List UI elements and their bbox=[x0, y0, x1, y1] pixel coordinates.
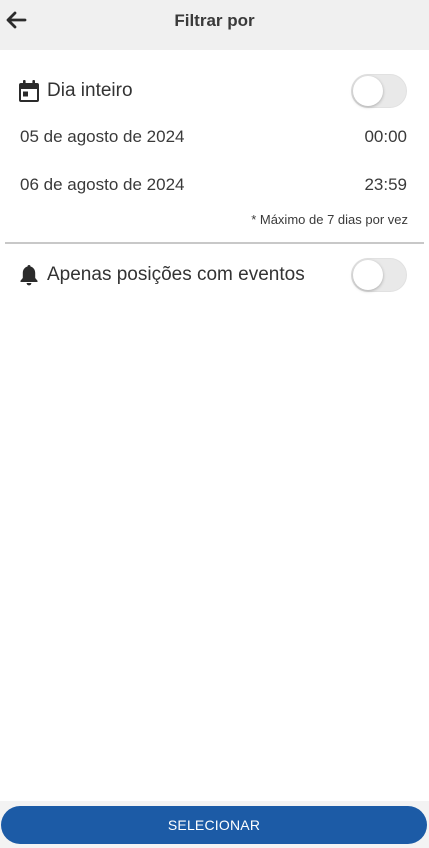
max-days-note: * Máximo de 7 dias por vez bbox=[251, 212, 408, 227]
header-bar: Filtrar por bbox=[0, 0, 429, 50]
select-button[interactable]: SELECIONAR bbox=[1, 806, 427, 844]
events-only-label: Apenas posições com eventos bbox=[47, 264, 305, 285]
events-only-toggle[interactable] bbox=[351, 258, 407, 292]
end-date[interactable]: 06 de agosto de 2024 bbox=[20, 175, 184, 195]
bell-icon bbox=[19, 264, 39, 286]
divider bbox=[5, 242, 424, 244]
filter-screen: Filtrar por Dia inteiro 05 de agosto de … bbox=[0, 0, 429, 848]
start-time[interactable]: 00:00 bbox=[364, 127, 407, 147]
all-day-label: Dia inteiro bbox=[47, 80, 133, 101]
calendar-icon bbox=[19, 80, 39, 102]
toggle-knob bbox=[353, 260, 383, 290]
end-time[interactable]: 23:59 bbox=[364, 175, 407, 195]
toggle-knob bbox=[353, 76, 383, 106]
start-date[interactable]: 05 de agosto de 2024 bbox=[20, 127, 184, 147]
all-day-toggle[interactable] bbox=[351, 74, 407, 108]
page-title: Filtrar por bbox=[174, 11, 255, 30]
